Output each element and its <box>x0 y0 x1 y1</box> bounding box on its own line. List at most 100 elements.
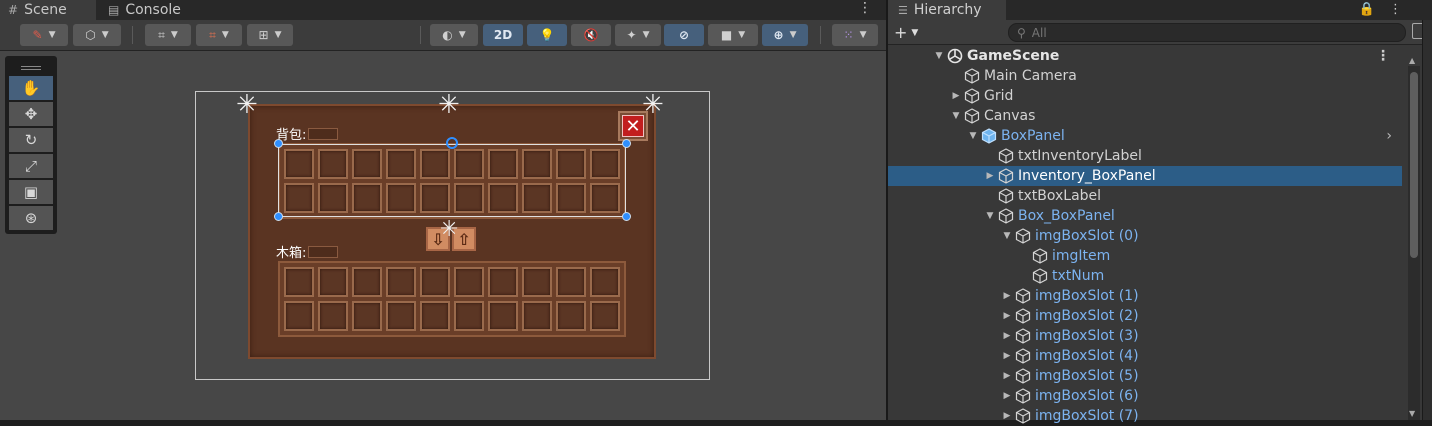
collapsed-arrow-icon[interactable]: ▶ <box>1000 391 1014 401</box>
collapsed-arrow-icon[interactable]: ▶ <box>1000 331 1014 341</box>
collapsed-arrow-icon[interactable]: ▶ <box>949 91 963 101</box>
hierarchy-item[interactable]: txtInventoryLabel <box>888 146 1402 166</box>
item-slot[interactable] <box>522 267 552 297</box>
tab-scene[interactable]: # Scene <box>0 0 96 20</box>
rotate-tool-button[interactable]: ↻ <box>9 128 53 152</box>
grid-snap-button[interactable]: ⌗ ▼ <box>145 24 191 46</box>
item-slot[interactable] <box>522 301 552 331</box>
hierarchy-item[interactable]: ▶ imgBoxSlot (6) <box>888 386 1402 406</box>
hierarchy-scrollbar[interactable]: ▲ ▼ <box>1408 56 1420 420</box>
close-icon: ✕ <box>622 115 644 137</box>
move-tool-button[interactable]: ✥ <box>9 102 53 126</box>
resize-handle[interactable] <box>622 212 631 221</box>
increment-snap-button[interactable]: ⌗ ▼ <box>196 24 242 46</box>
item-slot[interactable] <box>420 267 450 297</box>
hierarchy-item-label: imgBoxSlot (0) <box>1035 228 1139 244</box>
item-slot[interactable] <box>386 267 416 297</box>
hierarchy-item[interactable]: ▶ imgBoxSlot (7) <box>888 406 1402 426</box>
resize-handle[interactable] <box>622 139 631 148</box>
collapsed-arrow-icon[interactable]: ▶ <box>1000 311 1014 321</box>
hierarchy-item[interactable]: ▶ imgBoxSlot (3) <box>888 326 1402 346</box>
hierarchy-item[interactable]: ▶ Inventory_BoxPanel <box>888 166 1402 186</box>
item-slot[interactable] <box>352 301 382 331</box>
expanded-arrow-icon[interactable]: ▼ <box>932 51 946 61</box>
resize-handle[interactable] <box>274 139 283 148</box>
hierarchy-item[interactable]: Main Camera <box>888 66 1402 86</box>
gizmos-button[interactable]: ⊕ ▼ <box>762 24 808 46</box>
hierarchy-item[interactable]: ▼ Canvas <box>888 106 1402 126</box>
chevron-right-icon[interactable]: › <box>1386 128 1392 144</box>
hierarchy-item[interactable]: ▼ GameScene ⋮ <box>888 46 1402 66</box>
tab-console[interactable]: ▤ Console <box>100 0 189 20</box>
search-field[interactable]: ⚲ <box>1008 23 1406 42</box>
item-slot[interactable] <box>318 301 348 331</box>
tab-hierarchy[interactable]: ☰ Hierarchy <box>888 0 1006 20</box>
hierarchy-item[interactable]: ▼ Box_BoxPanel <box>888 206 1402 226</box>
collapsed-arrow-icon[interactable]: ▶ <box>1000 371 1014 381</box>
hierarchy-item[interactable]: txtNum <box>888 266 1402 286</box>
hierarchy-item[interactable]: ▶ Grid <box>888 86 1402 106</box>
draw-mode-button[interactable]: ✎ ▼ <box>20 24 68 46</box>
scroll-up-icon[interactable]: ▲ <box>1409 56 1415 65</box>
item-slot[interactable] <box>556 267 586 297</box>
item-slot[interactable] <box>590 301 620 331</box>
audio-toggle-button[interactable]: 🔇 <box>571 24 611 46</box>
scroll-down-icon[interactable]: ▼ <box>1409 409 1415 418</box>
expanded-arrow-icon[interactable]: ▼ <box>1000 231 1014 241</box>
collapsed-arrow-icon[interactable]: ▶ <box>1000 351 1014 361</box>
item-slot[interactable] <box>318 267 348 297</box>
hierarchy-item[interactable]: imgItem <box>888 246 1402 266</box>
scrollbar-thumb[interactable] <box>1410 72 1418 258</box>
hierarchy-item-label: imgItem <box>1052 248 1111 264</box>
item-slot[interactable] <box>284 301 314 331</box>
item-slot[interactable] <box>454 267 484 297</box>
resize-handle[interactable] <box>274 212 283 221</box>
kebab-menu-icon[interactable]: ⋮ <box>1389 2 1402 17</box>
item-slot[interactable] <box>556 301 586 331</box>
hierarchy-item[interactable]: ▶ imgBoxSlot (2) <box>888 306 1402 326</box>
shading-mode-button[interactable]: ◐ ▼ <box>430 24 478 46</box>
effects-button[interactable]: ✦ ▼ <box>615 24 661 46</box>
anchor-icon[interactable]: ✳ <box>440 217 458 243</box>
search-input[interactable] <box>1031 25 1332 40</box>
item-slot[interactable] <box>352 267 382 297</box>
anchor-icon[interactable]: ✳ <box>438 92 460 118</box>
item-slot[interactable] <box>488 301 518 331</box>
add-object-button[interactable]: + ▼ <box>894 23 918 42</box>
anchor-icon[interactable]: ✳ <box>642 92 664 118</box>
hierarchy-item[interactable]: txtBoxLabel <box>888 186 1402 206</box>
hierarchy-item[interactable]: ▶ imgBoxSlot (1) <box>888 286 1402 306</box>
hierarchy-item[interactable]: ▶ imgBoxSlot (4) <box>888 346 1402 366</box>
camera-settings-button[interactable]: ■ ▼ <box>708 24 758 46</box>
hand-tool-button[interactable]: ✋ <box>9 76 53 100</box>
hierarchy-item[interactable]: ▼ imgBoxSlot (0) <box>888 226 1402 246</box>
render-mode-button[interactable]: ⬡ ▼ <box>73 24 121 46</box>
collapsed-arrow-icon[interactable]: ▶ <box>983 171 997 181</box>
transform-tool-button[interactable]: ⊛ <box>9 206 53 230</box>
item-slot[interactable] <box>284 267 314 297</box>
hierarchy-item[interactable]: ▶ imgBoxSlot (5) <box>888 366 1402 386</box>
item-slot[interactable] <box>488 267 518 297</box>
expanded-arrow-icon[interactable]: ▼ <box>983 211 997 221</box>
expanded-arrow-icon[interactable]: ▼ <box>949 111 963 121</box>
kebab-menu-icon[interactable]: ⋮ <box>1376 48 1390 64</box>
overlay-menu-button[interactable]: ⁙ ▼ <box>832 24 878 46</box>
item-slot[interactable] <box>420 301 450 331</box>
pivot-handle[interactable] <box>446 137 458 149</box>
rect-tool-button[interactable]: ▣ <box>9 180 53 204</box>
palette-grip-handle[interactable] <box>9 60 53 76</box>
hidden-objects-toggle-button[interactable]: ⊘ <box>664 24 704 46</box>
hierarchy-item[interactable]: ▼ BoxPanel › <box>888 126 1402 146</box>
anchor-icon[interactable]: ✳ <box>236 92 258 118</box>
item-slot[interactable] <box>590 267 620 297</box>
toggle-2d-button[interactable]: 2D <box>483 24 523 46</box>
expanded-arrow-icon[interactable]: ▼ <box>966 131 980 141</box>
collapsed-arrow-icon[interactable]: ▶ <box>1000 291 1014 301</box>
scene-lighting-button[interactable]: 💡 <box>527 24 567 46</box>
grid-visibility-button[interactable]: ⊞ ▼ <box>247 24 293 46</box>
item-slot[interactable] <box>386 301 416 331</box>
item-slot[interactable] <box>454 301 484 331</box>
scale-tool-button[interactable]: ⤢ <box>9 154 53 178</box>
lock-icon[interactable]: 🔒 <box>1359 2 1375 17</box>
kebab-menu-icon[interactable]: ⋮ <box>858 0 872 16</box>
